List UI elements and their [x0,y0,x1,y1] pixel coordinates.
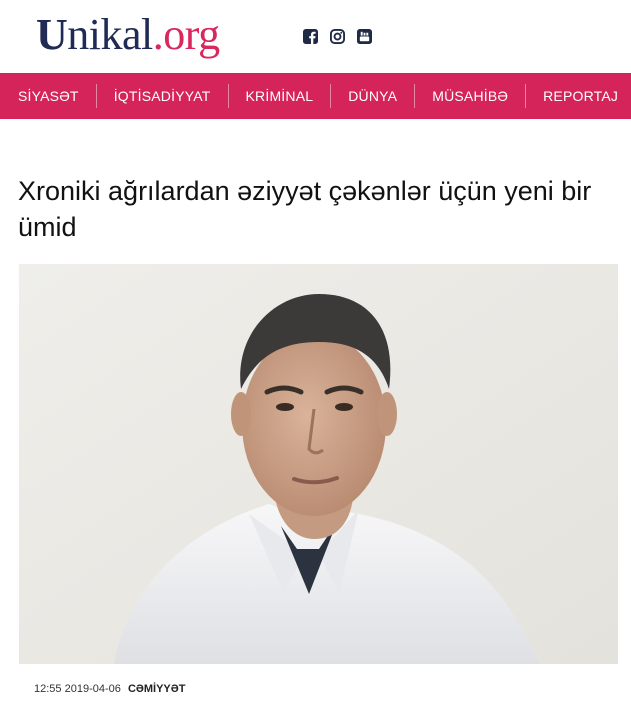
portrait-illustration [19,264,618,664]
nav-item-reportaj[interactable]: REPORTAJ [526,84,618,108]
article-time: 12:55 [34,683,62,695]
logo-text: nikal [67,10,153,59]
article-image [19,264,618,664]
article-title: Xroniki ağrılardan əziyyət çəkənlər üçün… [18,176,592,242]
youtube-icon[interactable] [357,29,372,44]
article-date: 2019-04-06 [64,683,121,695]
article-category[interactable]: CƏMİYYƏT [128,683,186,695]
facebook-icon[interactable] [303,29,318,44]
logo-letter-u: U [36,10,68,59]
nav-item-kriminal[interactable]: KRİMİNAL [229,84,332,108]
main-nav: SİYASƏT İQTİSADİYYAT KRİMİNAL DÜNYA MÜSA… [0,73,631,119]
social-links [303,29,372,44]
instagram-icon[interactable] [330,29,345,44]
nav-item-siyaset[interactable]: SİYASƏT [0,84,97,108]
nav-item-musahibe[interactable]: MÜSAHİBƏ [415,84,527,108]
article-meta: 12:55 2019-04-06 CƏMİYYƏT [34,683,185,695]
site-logo[interactable]: Unikal.org [36,4,220,66]
nav-item-dunya[interactable]: DÜNYA [331,84,416,108]
site-header: Unikal.org [0,0,631,73]
nav-item-iqtisadiyyat[interactable]: İQTİSADİYYAT [97,84,229,108]
logo-tld: .org [152,10,220,59]
